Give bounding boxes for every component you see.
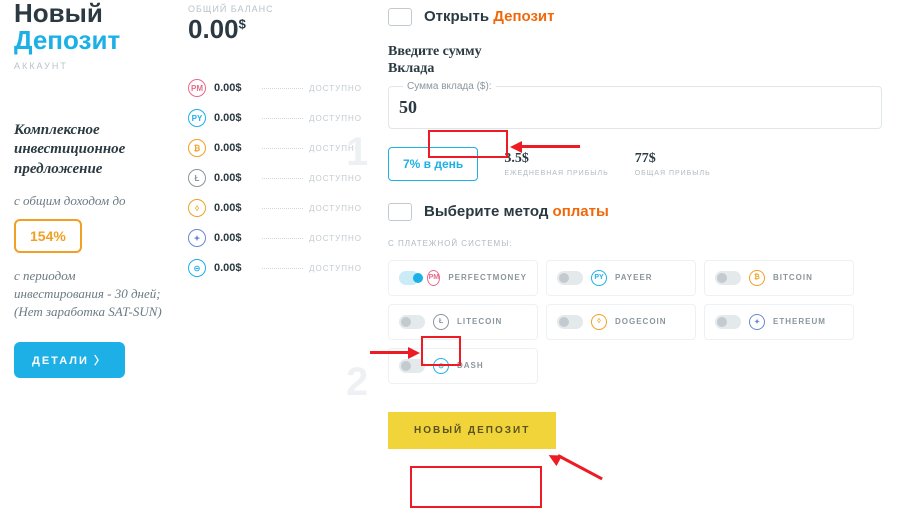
method-name: PAYEER [615, 273, 653, 282]
method-name: ETHEREUM [773, 317, 826, 326]
currency-icon: ⊝ [188, 259, 206, 277]
currency-icon: ◊ [591, 314, 607, 330]
enter-amount-label: Введите сумму Вклада [388, 44, 518, 78]
toggle-icon [557, 271, 583, 285]
available-label: ДОСТУПНО [309, 204, 362, 213]
page-title: Новый Депозит [14, 0, 166, 55]
main-form: Открыть Депозит Введите сумму Вклада Сум… [370, 0, 900, 520]
available-label: ДОСТУПНО [309, 84, 362, 93]
available-label: ДОСТУПНО [309, 114, 362, 123]
total-profit: 77$ОБЩАЯ ПРИБЫЛЬ [635, 151, 711, 177]
subtitle: АККАУНТ [14, 61, 166, 71]
balance-panel: ОБЩИЙ БАЛАНС 0.00$ PM 0.00$ ДОСТУПНО PY 0.00… [180, 0, 370, 520]
toggle-icon [399, 359, 425, 373]
wallet-amount: 0.00$ [214, 172, 256, 184]
choose-method-header: Выберите метод оплаты [424, 203, 609, 221]
wallet-amount: 0.00$ [214, 112, 256, 124]
wallet-amount: 0.00$ [214, 142, 256, 154]
method-name: DOGECOIN [615, 317, 667, 326]
wallet-amount: 0.00$ [214, 232, 256, 244]
payment-method-payeer[interactable]: PY PAYEER [546, 260, 696, 296]
period-note: с периодом инвестирования - 30 дней; (Не… [14, 267, 166, 322]
available-label: ДОСТУПНО [309, 264, 362, 273]
payment-method-bitcoin[interactable]: ₿ BITCOIN [704, 260, 854, 296]
sidebar: Новый Депозит АККАУНТ Комплексное инвест… [0, 0, 180, 520]
offer-text: Комплексное инвестиционное предложение [14, 121, 166, 180]
toggle-icon [399, 315, 425, 329]
currency-icon: ✦ [749, 314, 765, 330]
wallet-row: ₿0.00$ДОСТУПНО [188, 135, 362, 161]
toggle-icon [557, 315, 583, 329]
currency-icon: ✦ [188, 229, 206, 247]
rate-badge: 7% в день [388, 147, 478, 181]
payment-system-label: С ПЛАТЕЖНОЙ СИСТЕМЫ: [388, 239, 882, 248]
open-deposit-header: Открыть Депозит [424, 8, 555, 26]
currency-icon: PY [188, 109, 206, 127]
currency-icon: PM [427, 270, 440, 286]
method-name: DASH [457, 361, 484, 370]
method-name: BITCOIN [773, 273, 813, 282]
toggle-icon [715, 271, 741, 285]
currency-icon: Ł [188, 169, 206, 187]
currency-icon: ₿ [749, 270, 765, 286]
amount-field-wrap: Сумма вклада ($): [388, 86, 882, 129]
currency-icon: Ł [433, 314, 449, 330]
payment-method-dash[interactable]: ⊝ DASH [388, 348, 538, 384]
payment-method-dogecoin[interactable]: ◊ DOGECOIN [546, 304, 696, 340]
currency-icon: ◊ [188, 199, 206, 217]
wallet-row: PY 0.00$ ДОСТУПНО [188, 105, 362, 131]
daily-profit: 3.5$ЕЖЕДНЕВНАЯ ПРИБЫЛЬ [504, 151, 608, 177]
available-label: ДОСТУПНО [309, 234, 362, 243]
currency-icon: ⊝ [433, 358, 449, 374]
payment-method-litecoin[interactable]: Ł LITECOIN [388, 304, 538, 340]
wallet-amount: 0.00$ [214, 82, 256, 94]
card-icon [388, 8, 412, 26]
method-name: PERFECTMONEY [448, 273, 527, 282]
currency-icon: PM [188, 79, 206, 97]
wallet-row: Ł0.00$ДОСТУПНО [188, 165, 362, 191]
income-label: с общим доходом до [14, 193, 166, 209]
details-button[interactable]: ДЕТАЛИ 〉 [14, 342, 125, 378]
currency-icon: PY [591, 270, 607, 286]
wallet-amount: 0.00$ [214, 202, 256, 214]
amount-input[interactable] [399, 97, 499, 118]
wallet-row: PM 0.00$ ДОСТУПНО [188, 75, 362, 101]
toggle-icon [715, 315, 741, 329]
currency-icon: ₿ [188, 139, 206, 157]
amount-legend: Сумма вклада ($): [403, 81, 496, 92]
wallet-row: ✦ 0.00$ ДОСТУПНО [188, 225, 362, 251]
payment-method-perfectmoney[interactable]: PM PERFECTMONEY [388, 260, 538, 296]
toggle-icon [399, 271, 419, 285]
percent-pill: 154% [14, 219, 82, 253]
step-2-icon: 2 [346, 360, 368, 405]
balance-value: 0.00$ [188, 14, 362, 45]
balance-label: ОБЩИЙ БАЛАНС [188, 4, 362, 14]
wallet-icon [388, 203, 412, 221]
step-1-icon: 1 [346, 130, 368, 175]
wallet-row: ⊝ 0.00$ ДОСТУПНО [188, 255, 362, 281]
method-name: LITECOIN [457, 317, 502, 326]
submit-button[interactable]: НОВЫЙ ДЕПОЗИТ [388, 412, 556, 449]
payment-method-ethereum[interactable]: ✦ ETHEREUM [704, 304, 854, 340]
wallet-row: ◊ 0.00$ ДОСТУПНО [188, 195, 362, 221]
wallet-amount: 0.00$ [214, 262, 256, 274]
